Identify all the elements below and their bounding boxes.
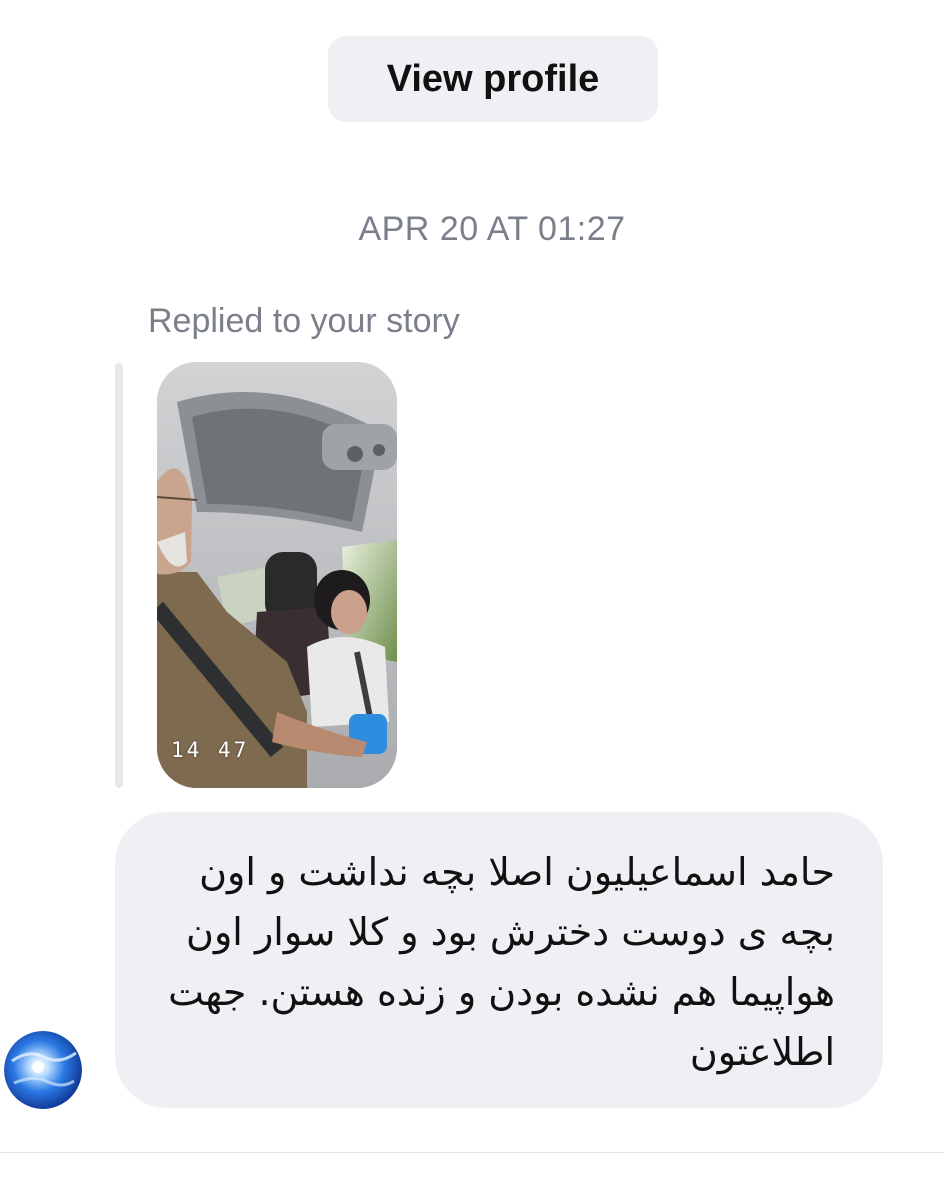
avatar-image — [4, 1031, 82, 1109]
reply-indicator-bar — [115, 363, 123, 788]
story-thumbnail[interactable]: 14 47 — [157, 362, 397, 788]
message-timestamp: APR 20 AT 01:27 — [358, 210, 626, 248]
reply-context-label: Replied to your story — [148, 302, 460, 340]
bottom-divider — [0, 1152, 944, 1153]
view-profile-button[interactable]: View profile — [328, 36, 658, 122]
story-overlay-time: 14 47 — [171, 738, 250, 762]
story-image — [157, 362, 397, 788]
message-bubble[interactable]: حامد اسماعیلیون اصلا بچه نداشت و اون بچه… — [115, 812, 883, 1108]
globe-avatar-icon[interactable] — [4, 1031, 82, 1109]
message-text: حامد اسماعیلیون اصلا بچه نداشت و اون بچه… — [168, 850, 835, 1074]
